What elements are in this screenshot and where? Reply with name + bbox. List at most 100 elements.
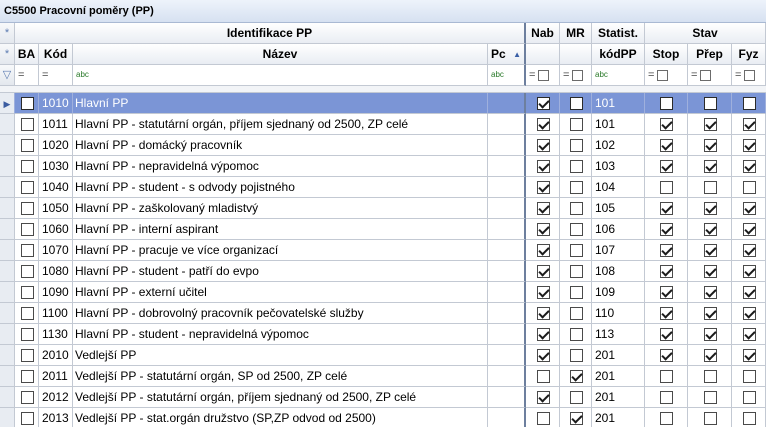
nab-checkbox[interactable] <box>536 244 550 257</box>
cell-mr[interactable] <box>560 261 592 282</box>
cell-stop[interactable] <box>645 240 688 261</box>
filter-fyz-checkbox[interactable] <box>744 69 756 81</box>
cell-stop[interactable] <box>645 219 688 240</box>
mr-checkbox[interactable] <box>569 349 583 362</box>
nab-checkbox[interactable] <box>536 391 550 404</box>
fyz-checkbox[interactable] <box>742 328 756 341</box>
cell-statist[interactable]: 113 <box>592 324 645 345</box>
cell-pc[interactable] <box>488 261 526 282</box>
cell-mr[interactable] <box>560 240 592 261</box>
ba-checkbox[interactable] <box>20 328 34 341</box>
filter-prep-checkbox[interactable] <box>700 69 712 81</box>
cell-statist[interactable]: 107 <box>592 240 645 261</box>
table-row[interactable]: 1060 Hlavní PP - interní aspirant 106 <box>0 219 766 240</box>
cell-stop[interactable] <box>645 114 688 135</box>
cell-nab[interactable] <box>526 219 560 240</box>
fyz-checkbox[interactable] <box>742 181 756 194</box>
ba-checkbox[interactable] <box>20 97 34 110</box>
stop-checkbox[interactable] <box>660 349 673 362</box>
nab-checkbox[interactable] <box>536 307 550 320</box>
filter-fyz[interactable]: = <box>732 65 766 86</box>
cell-pc[interactable] <box>488 114 526 135</box>
cell-fyz[interactable] <box>732 240 766 261</box>
cell-stop[interactable] <box>645 93 688 114</box>
ba-checkbox-cell[interactable] <box>15 387 39 408</box>
cell-nazev[interactable]: Vedlejší PP - stat.orgán družstvo (SP,ZP… <box>73 408 488 427</box>
cell-pc[interactable] <box>488 303 526 324</box>
cell-fyz[interactable] <box>732 282 766 303</box>
cell-pc[interactable] <box>488 387 526 408</box>
table-row[interactable]: 1030 Hlavní PP - nepravidelná výpomoc 103 <box>0 156 766 177</box>
cell-prep[interactable] <box>688 408 732 427</box>
cell-kod[interactable]: 2013 <box>39 408 73 427</box>
ba-checkbox-cell[interactable] <box>15 135 39 156</box>
stop-checkbox[interactable] <box>660 370 673 383</box>
filter-statist[interactable]: abc <box>592 65 645 86</box>
ba-checkbox-cell[interactable] <box>15 366 39 387</box>
column-header-kodpp[interactable]: kódPP <box>592 44 645 65</box>
cell-nab[interactable] <box>526 177 560 198</box>
column-header-nab-sub[interactable] <box>526 44 560 65</box>
column-header-ba[interactable]: BA <box>15 44 39 65</box>
ba-checkbox-cell[interactable] <box>15 219 39 240</box>
ba-checkbox[interactable] <box>20 391 34 404</box>
ba-checkbox[interactable] <box>20 307 34 320</box>
cell-nazev[interactable]: Hlavní PP - domácký pracovník <box>73 135 488 156</box>
table-row[interactable]: 2011 Vedlejší PP - statutární orgán, SP o… <box>0 366 766 387</box>
filter-stop[interactable]: = <box>645 65 688 86</box>
fyz-checkbox[interactable] <box>742 286 756 299</box>
prep-checkbox[interactable] <box>703 370 717 383</box>
cell-nab[interactable] <box>526 408 560 427</box>
cell-nab[interactable] <box>526 240 560 261</box>
prep-checkbox[interactable] <box>703 160 717 173</box>
cell-fyz[interactable] <box>732 156 766 177</box>
cell-nazev[interactable]: Hlavní PP - student - patří do evpo <box>73 261 488 282</box>
mr-checkbox[interactable] <box>569 139 583 152</box>
cell-kod[interactable]: 1100 <box>39 303 73 324</box>
cell-nazev[interactable]: Hlavní PP <box>73 93 488 114</box>
cell-nab[interactable] <box>526 156 560 177</box>
table-row[interactable]: 1040 Hlavní PP - student - s odvody pojis… <box>0 177 766 198</box>
column-header-prep[interactable]: Přep <box>688 44 732 65</box>
cell-fyz[interactable] <box>732 198 766 219</box>
mr-checkbox[interactable] <box>569 223 583 236</box>
cell-pc[interactable] <box>488 177 526 198</box>
cell-stop[interactable] <box>645 135 688 156</box>
cell-nazev[interactable]: Hlavní PP - interní aspirant <box>73 219 488 240</box>
stop-checkbox[interactable] <box>660 181 673 194</box>
cell-prep[interactable] <box>688 114 732 135</box>
stop-checkbox[interactable] <box>660 307 673 320</box>
ba-checkbox-cell[interactable] <box>15 156 39 177</box>
filter-mr[interactable]: = <box>560 65 592 86</box>
cell-statist[interactable]: 103 <box>592 156 645 177</box>
cell-nazev[interactable]: Hlavní PP - nepravidelná výpomoc <box>73 156 488 177</box>
cell-prep[interactable] <box>688 366 732 387</box>
prep-checkbox[interactable] <box>703 265 717 278</box>
ba-checkbox[interactable] <box>20 160 34 173</box>
cell-mr[interactable] <box>560 324 592 345</box>
table-row[interactable]: 1080 Hlavní PP - student - patří do evpo 1… <box>0 261 766 282</box>
cell-nazev[interactable]: Hlavní PP - student - s odvody pojistnéh… <box>73 177 488 198</box>
prep-checkbox[interactable] <box>703 244 717 257</box>
cell-statist[interactable]: 102 <box>592 135 645 156</box>
stop-checkbox[interactable] <box>660 139 673 152</box>
cell-kod[interactable]: 2012 <box>39 387 73 408</box>
fyz-checkbox[interactable] <box>742 349 756 362</box>
group-header-identifikace[interactable]: Identifikace PP <box>15 23 526 44</box>
cell-nazev[interactable]: Vedlejší PP - statutární orgán, příjem s… <box>73 387 488 408</box>
ba-checkbox-cell[interactable] <box>15 240 39 261</box>
ba-checkbox-cell[interactable] <box>15 324 39 345</box>
cell-mr[interactable] <box>560 177 592 198</box>
filter-nazev[interactable]: abc <box>73 65 488 86</box>
mr-checkbox[interactable] <box>569 97 583 110</box>
cell-stop[interactable] <box>645 387 688 408</box>
filter-nab[interactable]: = <box>526 65 560 86</box>
mr-checkbox[interactable] <box>569 370 583 383</box>
cell-prep[interactable] <box>688 324 732 345</box>
ba-checkbox[interactable] <box>20 412 34 425</box>
ba-checkbox-cell[interactable] <box>15 408 39 427</box>
filter-kod[interactable]: = <box>39 65 73 86</box>
cell-kod[interactable]: 1020 <box>39 135 73 156</box>
fyz-checkbox[interactable] <box>742 97 756 110</box>
cell-mr[interactable] <box>560 219 592 240</box>
